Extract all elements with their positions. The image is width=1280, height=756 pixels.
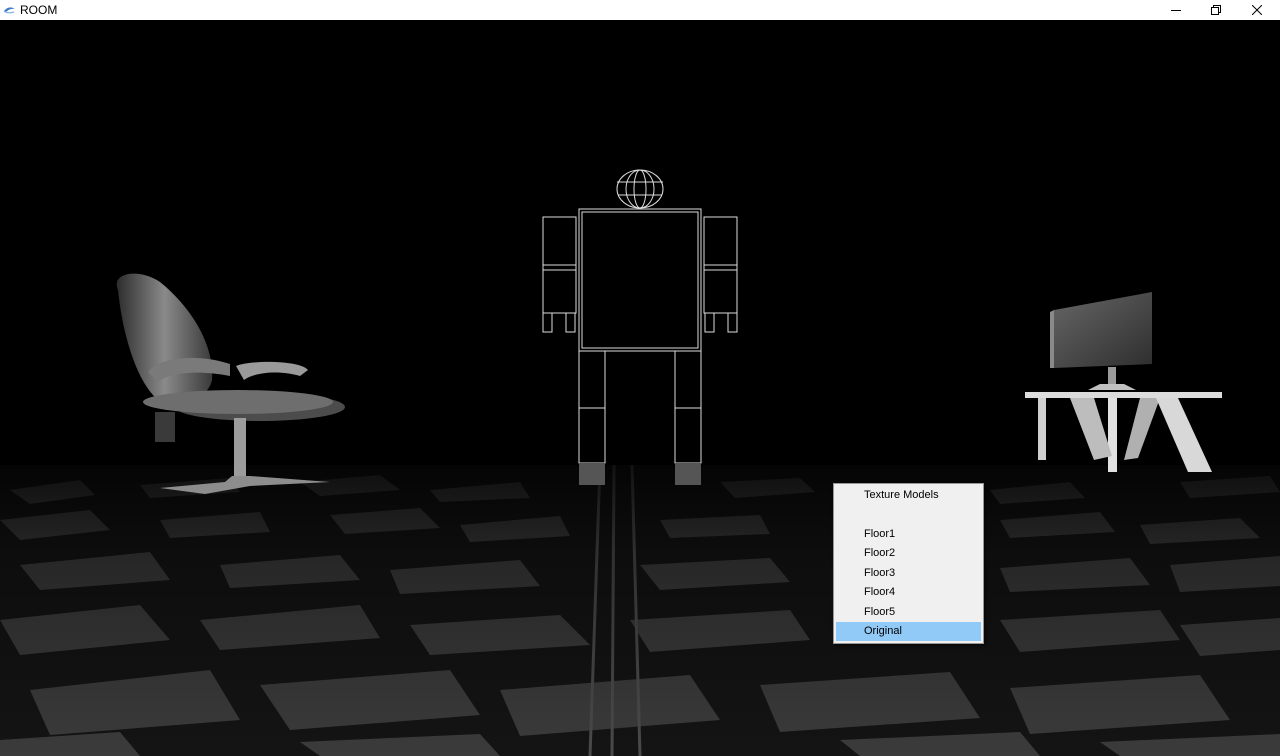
window-title: ROOM [20,3,58,17]
room-scene [0,169,1280,756]
menu-item-floor2[interactable]: Floor2 [836,544,981,563]
texture-models-menu: Texture Models Floor1 Floor2 Floor3 Floo… [833,483,984,644]
app-window: ROOM Texture Models Floor1 Floor2 Floor3… [0,0,1280,756]
minimize-button[interactable] [1156,0,1196,20]
close-button[interactable] [1237,0,1277,20]
menu-item-floor1[interactable]: Floor1 [836,525,981,544]
menu-item-floor3[interactable]: Floor3 [836,564,981,583]
3d-viewport[interactable]: Texture Models Floor1 Floor2 Floor3 Floo… [0,20,1280,756]
minimize-icon [1171,10,1181,11]
menu-item-floor5[interactable]: Floor5 [836,603,981,622]
close-icon [1252,5,1262,15]
restore-button[interactable] [1196,0,1236,20]
title-bar[interactable]: ROOM [0,0,1280,20]
menu-item-original[interactable]: Original [836,622,981,641]
wireframe-robot [542,169,738,464]
menu-item-floor4[interactable]: Floor4 [836,583,981,602]
restore-icon [1211,5,1221,15]
menu-item-texture-models[interactable]: Texture Models [836,486,981,505]
app-icon [3,7,15,14]
